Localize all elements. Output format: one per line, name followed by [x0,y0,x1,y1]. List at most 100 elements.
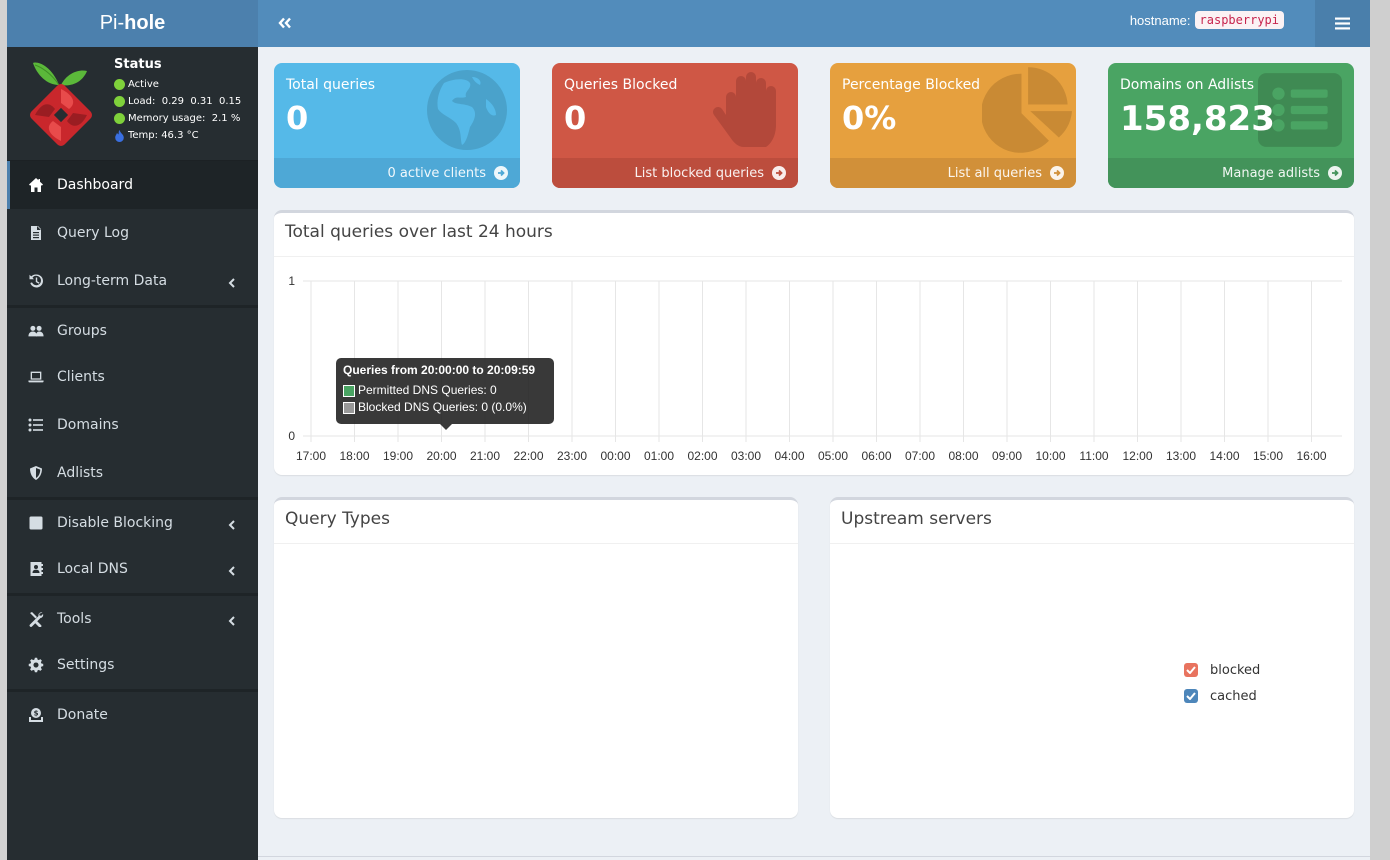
sidebar-item-long-term-data[interactable]: Long-term Data [7,257,258,305]
domains-on-adlists-box: Domains on Adlists 158,823 Manage adlist… [1108,63,1354,188]
home-icon [27,177,45,193]
sidebar-item-donate[interactable]: $ Donate [7,689,258,737]
brand-prefix: Pi- [99,12,125,34]
queries-blocked-box: Queries Blocked 0 List blocked queries [552,63,798,188]
status-ok-icon [114,113,125,124]
brand-logo[interactable]: Pi-hole [7,0,258,47]
shield-icon [27,465,45,481]
sidebar-item-label: Tools [57,610,92,627]
footer-divider [258,856,1370,857]
hamburger-menu-button[interactable] [1315,0,1370,47]
status-panel: Status Active Load: 0.29 0.31 0.15 Memor… [7,47,258,161]
sidebar-item-local-dns[interactable]: Local DNS [7,545,258,593]
desktop-background [0,0,7,860]
x-tick-label: 04:00 [774,449,804,463]
queries-over-time-panel: Total queries over last 24 hours 0 1 17:00… [274,210,1354,475]
status-memory: Memory usage: 2.1 % [114,110,241,127]
box-footer-text: 0 active clients [387,165,486,181]
status-ok-icon [114,79,125,90]
sidebar-item-label: Dashboard [57,177,133,193]
sidebar-item-disable-blocking[interactable]: Disable Blocking [7,497,258,545]
x-tick-label: 22:00 [513,449,543,463]
panel-title: Total queries over last 24 hours [274,213,1354,257]
panel-title: Query Types [274,500,798,544]
sidebar-toggle-button[interactable] [278,12,300,34]
fire-icon [115,129,124,142]
box-footer-text: List all queries [947,165,1042,181]
x-tick-label: 18:00 [339,449,369,463]
x-tick-label: 01:00 [644,449,674,463]
arrow-circle-right-icon [1050,166,1064,180]
manage-adlists-link[interactable]: Manage adlists [1108,158,1354,188]
list-all-queries-link[interactable]: List all queries [830,158,1076,188]
sidebar-item-settings[interactable]: Settings [7,641,258,689]
status-ok-icon [114,96,125,107]
stop-icon [27,515,45,531]
x-tick-label: 10:00 [1035,449,1065,463]
sidebar-item-label: Long-term Data [57,273,168,289]
active-clients-link[interactable]: 0 active clients [274,158,520,188]
tooltip-blocked: Blocked DNS Queries: 0 (0.0%) [343,399,547,416]
box-value: 0 [286,99,309,137]
history-icon [27,273,45,289]
query-types-panel: Query Types [274,497,798,818]
box-value: 0 [564,99,587,137]
arrow-circle-right-icon [494,166,508,180]
x-tick-label: 03:00 [731,449,761,463]
x-tick-label: 11:00 [1079,449,1108,463]
status-title: Status [114,57,162,72]
blocked-swatch [343,401,355,414]
x-tick-label: 15:00 [1253,449,1283,463]
sidebar-item-clients[interactable]: Clients [7,353,258,401]
desktop-background [1370,0,1390,860]
status-load-text: Load: 0.29 0.31 0.15 [128,96,242,107]
hostname-label: hostname: [1129,12,1191,28]
sidebar-item-groups[interactable]: Groups [7,305,258,353]
legend-label: blocked [1210,662,1261,678]
sidebar-item-query-log[interactable]: Query Log [7,209,258,257]
file-icon [27,225,45,241]
box-footer-text: List blocked queries [634,165,765,181]
sidebar-item-adlists[interactable]: Adlists [7,449,258,497]
tooltip-permitted-text: Permitted DNS Queries: 0 [358,383,497,397]
tooltip-blocked-text: Blocked DNS Queries: 0 (0.0%) [358,400,527,414]
top-navbar: hostname: raspberrypi [258,0,1370,47]
box-footer-text: Manage adlists [1222,165,1320,181]
x-tick-label: 16:00 [1296,449,1326,463]
percentage-blocked-box: Percentage Blocked 0% List all queries [830,63,1076,188]
hostname-value: raspberrypi [1194,11,1284,29]
x-tick-label: 19:00 [383,449,413,463]
status-memory-text: Memory usage: 2.1 % [128,113,241,124]
x-tick-label: 06:00 [861,449,891,463]
sidebar-item-label: Clients [57,369,105,385]
donate-icon: $ [27,707,45,723]
panel-title: Upstream servers [830,500,1354,544]
y-tick-label: 1 [288,274,295,288]
list-blocked-queries-link[interactable]: List blocked queries [552,158,798,188]
x-tick-label: 17:00 [296,449,326,463]
box-value: 158,823 [1120,99,1275,139]
x-tick-label: 20:00 [426,449,456,463]
x-tick-label: 14:00 [1209,449,1239,463]
legend-item-blocked[interactable]: blocked [1184,657,1260,683]
sidebar-item-tools[interactable]: Tools [7,593,258,641]
x-tick-label: 12:00 [1122,449,1152,463]
status-temp-text: Temp: 46.3 °C [128,130,199,141]
sidebar-item-label: Donate [57,706,108,723]
checkbox-checked-icon [1184,689,1198,703]
status-active-text: Active [128,79,159,90]
box-value: 0% [842,99,897,137]
hamburger-icon [1335,17,1350,30]
status-temp: Temp: 46.3 °C [114,127,241,144]
arrow-circle-right-icon [772,166,786,180]
legend-label: cached [1210,688,1257,704]
sidebar-item-domains[interactable]: Domains [7,401,258,449]
sidebar-item-label: Domains [57,417,119,433]
status-active: Active [114,76,241,93]
sidebar-menu: Dashboard Query Log Long-term Data Group… [7,161,258,737]
x-tick-label: 08:00 [948,449,978,463]
sidebar-item-dashboard[interactable]: Dashboard [7,161,258,209]
legend-item-cached[interactable]: cached [1184,683,1260,709]
x-tick-label: 05:00 [818,449,848,463]
laptop-icon [27,369,45,385]
